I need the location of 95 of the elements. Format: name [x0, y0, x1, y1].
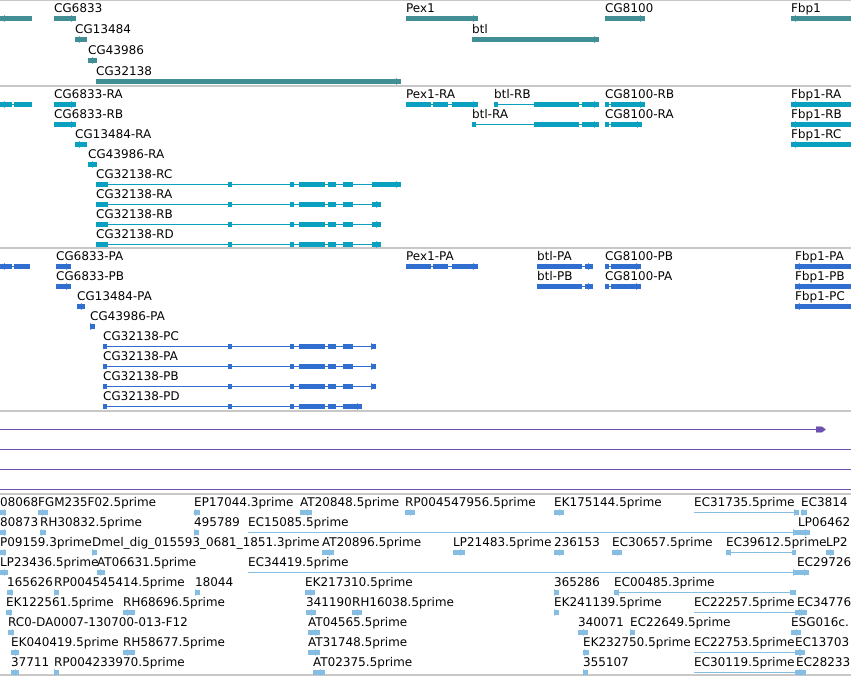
feature-label: Dmel_dig_015593_0681_1851.3prime — [92, 535, 320, 549]
feature-label: AT31748.5prime — [308, 635, 408, 649]
feature-label: P09159.3prime — [0, 535, 92, 549]
feature-label: 08068 — [0, 495, 38, 509]
feature-label: EC34776 — [797, 595, 851, 609]
feature-label: btl-RA — [472, 107, 508, 121]
feature-label: EC34419.5prime — [248, 555, 349, 569]
feature-label: 236153 — [554, 535, 600, 549]
feature-label: Fbp1-RB — [791, 107, 842, 121]
feature-label: EK175144.5prime — [554, 495, 662, 509]
feature-label: LP23436.5prime — [0, 555, 99, 569]
feature-label: EC28233 — [796, 655, 850, 669]
feature-label: CG32138-PA — [103, 349, 178, 363]
feature-label: CG43986-RA — [88, 147, 164, 161]
feature-label: CG13484-PA — [77, 289, 152, 303]
feature-label: EC22753.5prime — [694, 635, 795, 649]
feature-label: LP21483.5prime — [453, 535, 552, 549]
feature-label: CG8100 — [605, 1, 654, 15]
feature-label: CG32138-PB — [103, 369, 179, 383]
feature-label: EC22649.5prime — [630, 615, 731, 629]
feature-label: FGM235F02.5prime — [38, 495, 156, 509]
feature-label: EK040419.5prime — [11, 635, 119, 649]
feature-label: CG32138-RC — [96, 167, 172, 181]
feature-label: Fbp1-PB — [795, 269, 845, 283]
feature-label: CG13484 — [75, 22, 131, 36]
feature-label: EK122561.5prime — [6, 595, 114, 609]
feature-label: CG6833-RB — [54, 107, 124, 121]
feature-label: 340071 — [578, 615, 624, 629]
feature-label: Fbp1-PC — [795, 289, 845, 303]
feature-label: RC0-DA0007-130700-013-F12 — [8, 615, 188, 629]
feature-label: 365286 — [554, 575, 600, 589]
feature-label: AT04565.5prime — [308, 615, 408, 629]
feature-label: CG32138-RA — [96, 187, 172, 201]
feature-label: RH30832.5prime — [40, 515, 142, 529]
feature-label: EC30657.5prime — [612, 535, 713, 549]
feature-label: ESG016c. — [791, 615, 849, 629]
feature-label: RH58677.5prime — [123, 635, 225, 649]
feature-label: EC31735.5prime — [694, 495, 795, 509]
feature-label: Fbp1-RC — [791, 127, 842, 141]
feature-label: CG8100-PB — [605, 249, 674, 263]
feature-label: EC39612.5prime — [726, 535, 827, 549]
feature-label: Pex1-RA — [406, 87, 456, 101]
feature-label: EC30119.5prime — [694, 655, 795, 669]
feature-label: Fbp1 — [791, 1, 821, 15]
feature-label: 165626 — [7, 575, 53, 589]
feature-label: CG32138 — [96, 64, 152, 78]
feature-label: EK241139.5prime — [554, 595, 662, 609]
feature-label: CG32138-RB — [96, 207, 173, 221]
feature-label: EP17044.3prime — [194, 495, 294, 509]
feature-label: btl-PA — [537, 249, 572, 263]
feature-label: EC29726 — [797, 555, 851, 569]
feature-label: CG32138-PD — [103, 389, 180, 403]
feature-label: Pex1 — [406, 1, 435, 15]
feature-label: CG8100-PA — [605, 269, 672, 283]
feature-label: CG6833-PA — [56, 249, 124, 263]
feature-label: 341190 — [306, 595, 352, 609]
feature-label: Fbp1-PA — [795, 249, 844, 263]
feature-label: CG8100-RB — [605, 87, 674, 101]
feature-label: btl-PB — [537, 269, 572, 283]
feature-label: Fbp1-RA — [791, 87, 842, 101]
feature-label: btl — [472, 22, 488, 36]
feature-label: LP2 — [826, 535, 848, 549]
feature-label: 18044 — [195, 575, 234, 589]
feature-label: Pex1-PA — [406, 249, 454, 263]
feature-label: CG43986-PA — [90, 309, 165, 323]
feature-label: LP06462 — [798, 515, 850, 529]
feature-label: 355107 — [583, 655, 629, 669]
feature-label: EC13703 — [795, 635, 850, 649]
feature-label: RP004545414.5prime — [54, 575, 185, 589]
feature-label: AT06631.5prime — [97, 555, 196, 569]
feature-label: 37711 — [11, 655, 50, 669]
feature-label: 80873 — [0, 515, 38, 529]
feature-label: AT20848.5prime — [300, 495, 400, 509]
feature-label: EC3814 — [801, 495, 848, 509]
feature-label: CG32138-RD — [96, 227, 174, 241]
feature-label: RP004233970.5prime — [54, 655, 185, 669]
feature-label: EK232750.5prime — [583, 635, 691, 649]
feature-label: EC00485.3prime — [614, 575, 715, 589]
feature-label: AT20896.5prime — [322, 535, 422, 549]
feature-label: EK217310.5prime — [305, 575, 413, 589]
feature-label: AT02375.5prime — [313, 655, 412, 669]
feature-label: btl-RB — [494, 87, 531, 101]
feature-label: CG43986 — [88, 43, 144, 57]
feature-label: RP004547956.5prime — [405, 495, 536, 509]
feature-label: EC15085.5prime — [248, 515, 349, 529]
feature-label: 495789 — [194, 515, 240, 529]
feature-label: CG6833 — [54, 1, 102, 15]
feature-label: CG6833-RA — [54, 87, 123, 101]
feature-label: CG6833-PB — [56, 269, 124, 283]
feature-label: CG8100-RA — [605, 107, 674, 121]
feature-label: CG13484-RA — [75, 127, 152, 141]
feature-label: RH16038.5prime — [352, 595, 454, 609]
feature-label: EC22257.5prime — [694, 595, 795, 609]
feature-label: RH68696.5prime — [123, 595, 225, 609]
feature-label: CG32138-PC — [103, 329, 179, 343]
